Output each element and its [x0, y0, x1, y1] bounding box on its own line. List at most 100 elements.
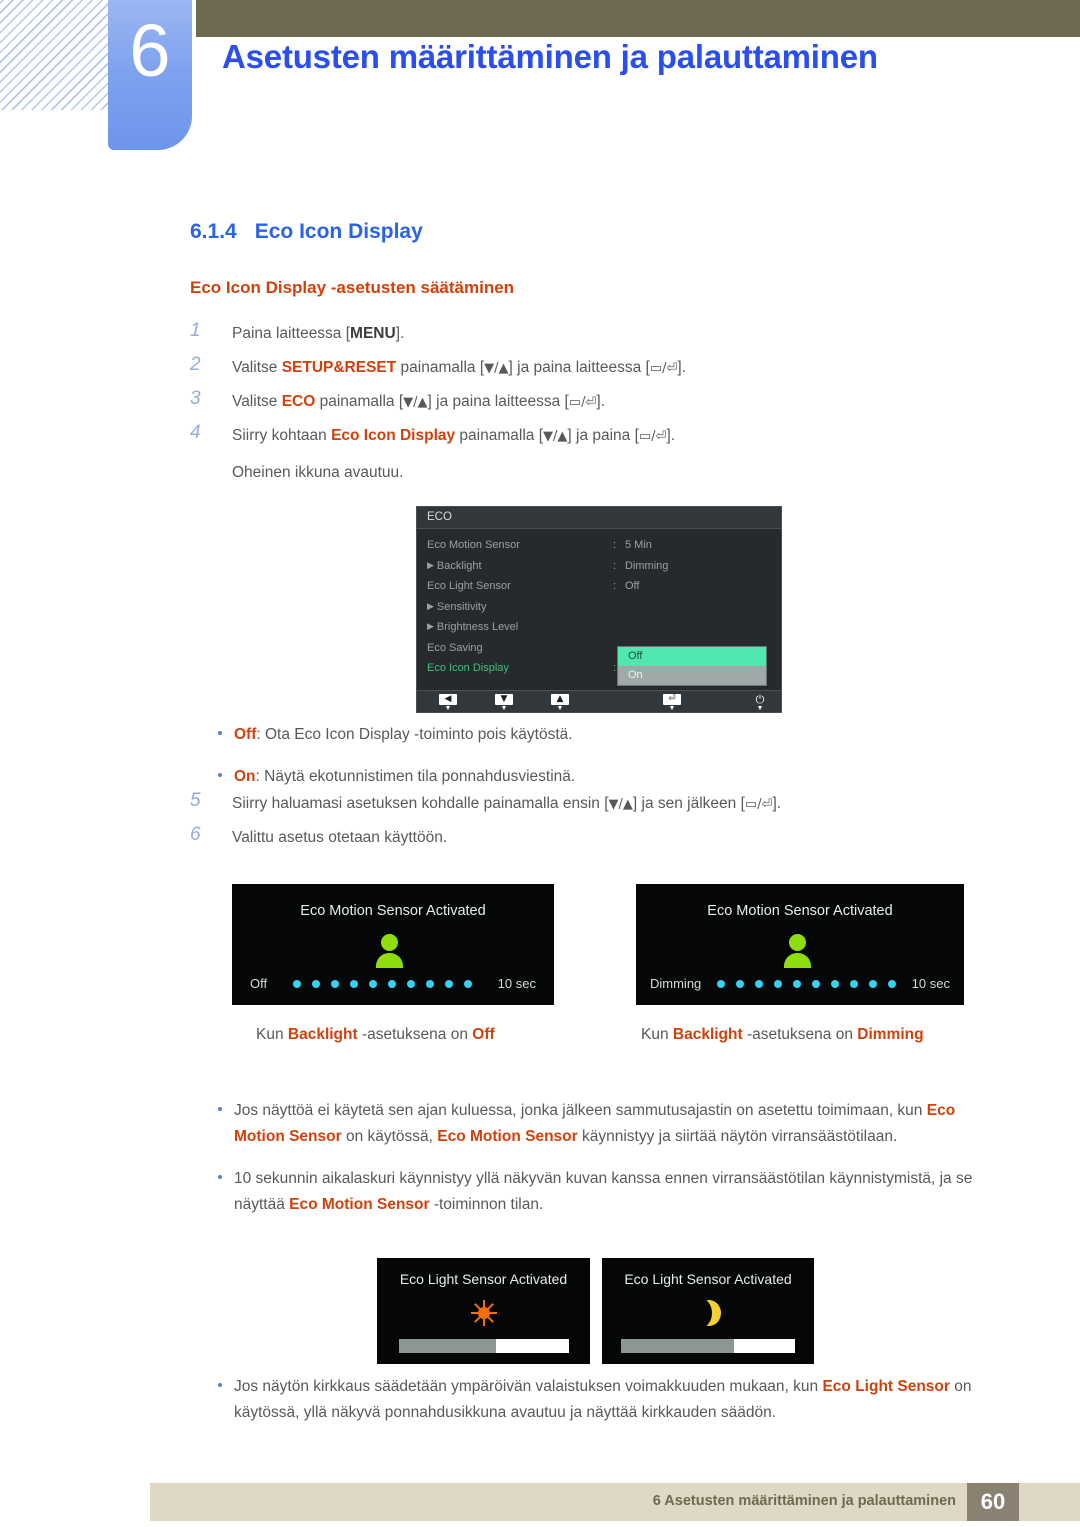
bullet-text: On: Näytä ekotunnistimen tila ponnahdusv…: [234, 768, 575, 785]
step-item: 3 Valitse ECO painamalla [▼/▲] ja paina l…: [190, 388, 970, 423]
highlight-term: On: [234, 768, 256, 785]
osd-colon: :: [613, 539, 617, 551]
osd-item-label: Eco Icon Display: [427, 662, 509, 674]
osd-colon: :: [613, 662, 617, 674]
motion-caption-dimming: Kun Backlight -asetuksena on Dimming: [641, 1026, 924, 1044]
step-item: 2 Valitse SETUP&RESET painamalla [▼/▲] ja…: [190, 354, 970, 389]
osd-item-label: Eco Light Sensor: [427, 580, 511, 592]
button-tick-icon: ▼: [500, 705, 508, 712]
countdown-dot: [830, 979, 839, 988]
submenu-arrow-icon: ▶: [427, 600, 434, 611]
osd-item-label: Eco Saving: [427, 641, 483, 654]
countdown-dot: [425, 979, 434, 988]
step-number: 1: [190, 320, 201, 341]
osd-menu-item[interactable]: ▶ Sensitivity: [417, 601, 781, 622]
countdown-dot: [887, 979, 896, 988]
motion-caption-off: Kun Backlight -asetuksena on Off: [256, 1026, 495, 1044]
step-item: 1 Paina laitteessa [MENU].: [190, 320, 970, 355]
countdown-dot: [849, 979, 858, 988]
highlight-term: Backlight: [287, 1026, 358, 1043]
osd-item-value: Off: [625, 580, 640, 592]
countdown-dot: [368, 979, 377, 988]
countdown-dots: [716, 979, 896, 988]
section-number: 6.1.4: [190, 220, 237, 243]
chapter-title: Asetusten määrittäminen ja palauttaminen: [222, 38, 878, 75]
highlight-term: Eco Light Sensor: [822, 1378, 950, 1395]
step-text: Valitse ECO painamalla [▼/▲] ja paina la…: [232, 393, 605, 410]
text-run: ] ja paina [: [567, 427, 639, 444]
highlight-term: Eco Icon Display: [331, 427, 456, 444]
light-popup-sun: Eco Light Sensor Activated: [377, 1258, 590, 1364]
countdown-dot: [792, 979, 801, 988]
osd-item-label: Brightness Level: [436, 621, 519, 633]
osd-dropdown[interactable]: Off On: [617, 646, 767, 686]
osd-item-label: Eco Motion Sensor: [427, 539, 520, 551]
final-bullet: Jos näytön kirkkaus säädetään ympäröivän…: [190, 1374, 1000, 1442]
left-arrow-glyph: ◀: [439, 694, 457, 705]
osd-power-icon[interactable]: ⏻ ▼: [751, 694, 769, 712]
osd-menu-item[interactable]: ▶ Backlight: Dimming: [417, 560, 781, 581]
button-tick-icon: ▼: [756, 705, 764, 712]
countdown-dots: [292, 979, 472, 988]
step-4-note: Oheinen ikkuna avautuu.: [232, 464, 404, 481]
osd-colon: :: [613, 559, 617, 572]
page-footer: 6 Asetusten määrittäminen ja palauttamin…: [150, 1483, 1080, 1521]
osd-option-off[interactable]: Off: [618, 647, 766, 666]
osd-colon: :: [613, 580, 617, 592]
section-heading: 6.1.4 Eco Icon Display: [190, 220, 423, 244]
step-number: 4: [190, 422, 201, 443]
step-text: Paina laitteessa [MENU].: [232, 325, 404, 342]
section-subtitle: Eco Icon Display -asetusten säätäminen: [190, 278, 515, 297]
section-title: Eco Icon Display: [254, 220, 423, 243]
text-run: ] ja paina laitteessa [: [427, 393, 569, 410]
step-text: Siirry haluamasi asetuksen kohdalle pain…: [232, 795, 781, 812]
motion-popup-title: Eco Motion Sensor Activated: [707, 903, 893, 919]
chapter-tab: 6: [108, 0, 192, 150]
osd-option-on[interactable]: On: [618, 666, 766, 685]
osd-menu-item[interactable]: Eco Motion Sensor:5 Min: [417, 539, 781, 560]
osd-enter-icon[interactable]: ⏎ ▼: [663, 694, 681, 712]
highlight-term: SETUP&RESET: [281, 359, 397, 376]
text-run: ].: [596, 393, 606, 410]
up-arrow-glyph: ▲: [551, 694, 569, 705]
step-item: 6 Valittu asetus otetaan käyttöön.: [190, 824, 970, 859]
osd-down-arrow-icon[interactable]: ▼ ▼: [495, 694, 513, 712]
text-run: ].: [395, 325, 405, 342]
moon-icon: [697, 1300, 721, 1326]
osd-menu-item[interactable]: ▶ Brightness Level: [417, 621, 781, 642]
step-item: 5 Siirry haluamasi asetuksen kohdalle pai…: [190, 790, 970, 825]
header-olive-bar: [196, 0, 1080, 37]
motion-popup-status: Dimming 10 sec: [650, 976, 950, 991]
text-run: : Ota Eco Icon Display -toiminto pois kä…: [256, 726, 573, 743]
text-run: Valittu asetus otetaan käyttöön.: [232, 829, 448, 846]
countdown-dot: [292, 979, 301, 988]
countdown-dot: [349, 979, 358, 988]
motion-popup-status: Off 10 sec: [250, 976, 536, 991]
steps-list-1: 1 Paina laitteessa [MENU]. 2 Valitse SETUP&…: [190, 320, 970, 458]
person-icon: [784, 934, 811, 968]
note-bullets: Jos näyttöä ei käytetä sen ajan kuluessa…: [190, 1098, 995, 1234]
highlight-term: Eco Motion Sensor: [437, 1128, 578, 1145]
osd-menu-item[interactable]: Eco Light Sensor: Off: [417, 580, 781, 601]
text-run: Siirry kohtaan: [232, 427, 332, 444]
step-text: Siirry kohtaan Eco Icon Display painamal…: [232, 427, 675, 444]
button-tick-icon: ▼: [668, 705, 676, 712]
osd-left-arrow-icon[interactable]: ◀ ▼: [439, 694, 457, 712]
light-popup-moon: Eco Light Sensor Activated: [602, 1258, 814, 1364]
bullet-item: Jos näytön kirkkaus säädetään ympäröivän…: [190, 1374, 1000, 1426]
step-text: Valitse SETUP&RESET painamalla [▼/▲] ja …: [232, 359, 686, 376]
highlight-term: Eco Motion Sensor: [289, 1196, 430, 1213]
osd-up-arrow-icon[interactable]: ▲ ▼: [551, 694, 569, 712]
bullet-text: 10 sekunnin aikalaskuri käynnistyy yllä …: [234, 1170, 972, 1213]
text-run: Paina laitteessa [: [232, 325, 351, 342]
text-run: ▭/⏎: [638, 429, 667, 444]
step-number: 3: [190, 388, 201, 409]
backlight-state-label: Off: [250, 976, 268, 991]
light-popup-title: Eco Light Sensor Activated: [624, 1271, 792, 1287]
footer-chapter-text: 6 Asetusten määrittäminen ja palauttamin…: [652, 1493, 956, 1509]
countdown-dot: [868, 979, 877, 988]
text-run: painamalla [: [396, 359, 485, 376]
light-popup-title: Eco Light Sensor Activated: [399, 1271, 568, 1287]
osd-item-label: Sensitivity: [436, 600, 487, 613]
osd-footer-buttons: ◀ ▼ ▼ ▼ ▲ ▼ ⏎ ▼ ⏻ ▼: [417, 690, 781, 712]
